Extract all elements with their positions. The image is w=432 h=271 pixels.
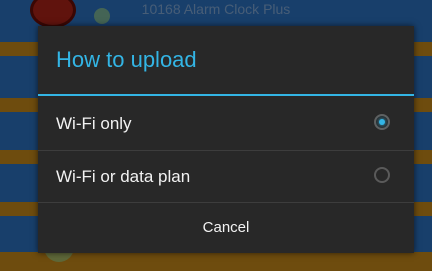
upload-dialog: How to upload Wi-Fi only Wi-Fi or data p… xyxy=(38,26,414,253)
option-wifi-only[interactable]: Wi-Fi only xyxy=(38,98,414,150)
dialog-title: How to upload xyxy=(56,47,197,72)
radio-unselected-icon[interactable] xyxy=(374,167,390,183)
option-label: Wi-Fi or data plan xyxy=(56,167,191,186)
radio-selected-icon[interactable] xyxy=(374,114,390,130)
option-label: Wi-Fi only xyxy=(56,114,132,133)
title-divider xyxy=(38,94,414,96)
radio-dot-icon xyxy=(379,119,385,125)
cancel-button[interactable]: Cancel xyxy=(38,203,414,253)
option-wifi-or-data[interactable]: Wi-Fi or data plan xyxy=(38,151,414,203)
